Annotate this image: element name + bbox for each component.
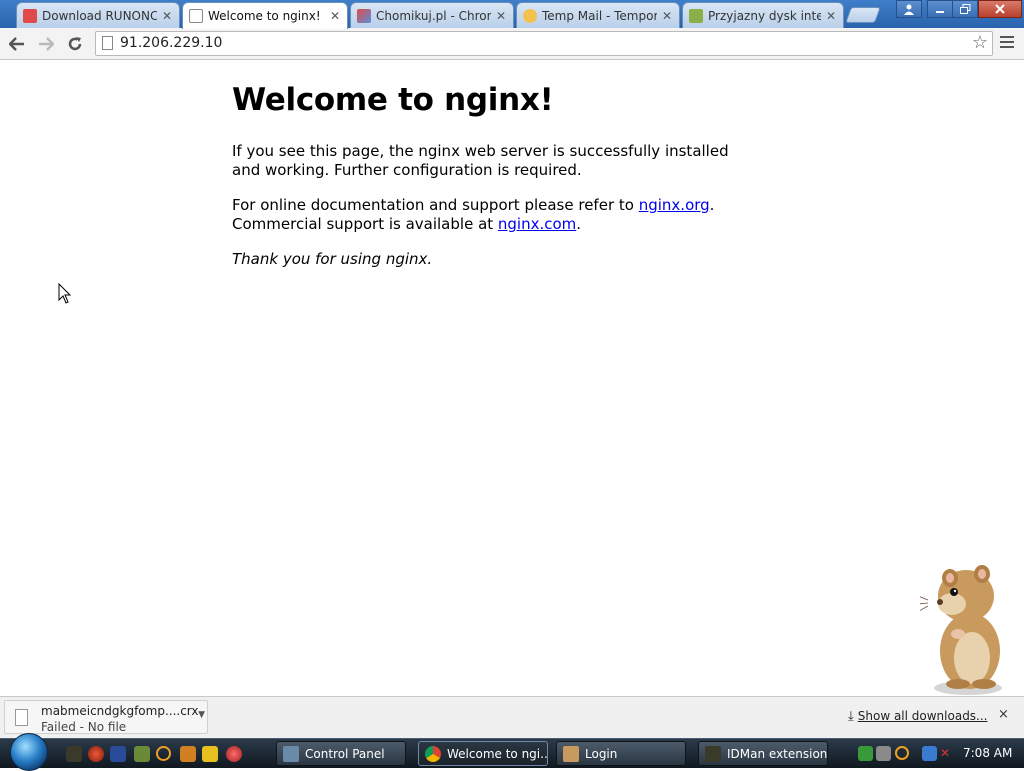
- chrome-icon: [425, 745, 441, 762]
- tab-title: Download RUNONCE: [42, 8, 157, 23]
- docs-paragraph: For online documentation and support ple…: [232, 196, 752, 234]
- close-icon[interactable]: [978, 0, 1022, 18]
- chrome-menu-icon[interactable]: [1000, 36, 1014, 51]
- close-downloads-bar-icon[interactable]: ×: [998, 707, 1009, 722]
- show-all-label: Show all downloads...: [857, 709, 988, 723]
- windows-taskbar: Control Panel Welcome to ngi... Login ID…: [0, 733, 1024, 771]
- tab-title: Temp Mail - Tempor: [542, 8, 657, 23]
- downloads-bar: mabmeicndgkgfomp....crx Failed - No file…: [0, 696, 1024, 738]
- taskbar-control-panel[interactable]: Control Panel: [276, 741, 406, 766]
- settings-tray-icon[interactable]: [876, 746, 891, 761]
- tab-strip: Download RUNONCE ✕ Welcome to nginx! ✕ C…: [0, 0, 1024, 29]
- show-all-downloads-link[interactable]: ⤓ Show all downloads...: [848, 709, 988, 724]
- app-quicklaunch-icon[interactable]: [226, 746, 242, 762]
- monitor-tray-icon[interactable]: [922, 746, 937, 761]
- chomik-favicon-icon: [689, 8, 703, 23]
- tab-title: Przyjazny dysk intern: [708, 8, 821, 23]
- idm-quicklaunch-icon[interactable]: [66, 746, 82, 762]
- close-icon[interactable]: ✕: [825, 9, 837, 23]
- thanks-paragraph: Thank you for using nginx.: [232, 250, 752, 269]
- new-tab-button[interactable]: [845, 7, 881, 23]
- minimize-icon[interactable]: [927, 0, 953, 18]
- explorer-quicklaunch-icon[interactable]: [180, 746, 196, 762]
- desktop-quicklaunch-icon[interactable]: [110, 746, 126, 762]
- close-icon[interactable]: ✕: [661, 9, 673, 23]
- docs-text: For online documentation and support ple…: [232, 196, 639, 214]
- mouse-cursor-icon: [58, 283, 72, 304]
- tab-welcome-nginx[interactable]: Welcome to nginx! ✕: [182, 2, 348, 29]
- browser-toolbar: 91.206.229.10 ☆: [0, 28, 1024, 60]
- bookmark-star-icon[interactable]: ☆: [972, 32, 988, 53]
- search-tray-icon[interactable]: [895, 746, 909, 760]
- close-icon[interactable]: ✕: [495, 9, 507, 23]
- tab-download-runonce[interactable]: Download RUNONCE ✕: [16, 2, 180, 28]
- nginx-org-link[interactable]: nginx.org: [639, 196, 710, 214]
- taskbar-chrome-welcome[interactable]: Welcome to ngi...: [418, 741, 548, 766]
- intro-paragraph: If you see this page, the nginx web serv…: [232, 142, 729, 179]
- download-item[interactable]: mabmeicndgkgfomp....crx Failed - No file…: [4, 700, 208, 734]
- idm-icon: [705, 745, 721, 762]
- page-icon: [102, 36, 113, 50]
- tab-przyjazny-dysk[interactable]: Przyjazny dysk intern ✕: [682, 2, 844, 28]
- taskbar-label: Login: [585, 746, 618, 761]
- reload-icon[interactable]: [63, 32, 87, 56]
- tab-title: Chomikuj.pl - Chrom: [376, 8, 491, 23]
- tab-title: Welcome to nginx!: [208, 9, 321, 23]
- taskbar-label: Welcome to ngi...: [447, 746, 548, 761]
- start-button[interactable]: [10, 733, 48, 771]
- nginx-com-link[interactable]: nginx.com: [498, 215, 576, 233]
- restore-icon[interactable]: [952, 0, 978, 18]
- back-arrow-icon[interactable]: [5, 32, 29, 56]
- forward-arrow-icon[interactable]: [34, 32, 58, 56]
- page-title: Welcome to nginx!: [232, 82, 554, 118]
- control-panel-icon: [283, 745, 299, 762]
- opera-quicklaunch-icon[interactable]: [88, 746, 104, 762]
- address-bar[interactable]: 91.206.229.10 ☆: [95, 31, 993, 56]
- tempmail-favicon-icon: [523, 8, 537, 23]
- hamster-app-icon: [563, 745, 579, 762]
- hamster-mascot-icon: [920, 565, 1002, 695]
- volume-muted-icon[interactable]: ✕: [940, 746, 955, 761]
- page-icon: [189, 9, 203, 23]
- download-status: Failed - No file: [41, 720, 127, 734]
- close-icon[interactable]: ✕: [329, 9, 341, 23]
- user-icon[interactable]: [896, 0, 922, 18]
- system-clock[interactable]: 7:08 AM: [963, 746, 1012, 760]
- network-tray-icon[interactable]: [858, 746, 873, 761]
- download-filename: mabmeicndgkgfomp....crx: [41, 704, 199, 718]
- runonce-favicon-icon: [23, 8, 37, 23]
- commercial-period: .: [576, 215, 582, 233]
- taskbar-login[interactable]: Login: [556, 741, 686, 766]
- tab-chomikuj[interactable]: Chomikuj.pl - Chrom ✕: [350, 2, 514, 28]
- nginx-welcome-content: Welcome to nginx! If you see this page, …: [232, 82, 752, 285]
- url-text[interactable]: 91.206.229.10: [120, 35, 222, 51]
- dropdown-arrow-icon[interactable]: ▼: [198, 710, 205, 720]
- search-quicklaunch-icon[interactable]: [156, 746, 171, 761]
- commercial-text: Commercial support is available at: [232, 215, 498, 233]
- close-icon[interactable]: ✕: [161, 9, 173, 23]
- docs-period: .: [709, 196, 715, 214]
- media-quicklaunch-icon[interactable]: [202, 746, 218, 762]
- thanks-text: Thank you for using nginx.: [232, 250, 433, 268]
- chomikuj-favicon-icon: [357, 8, 371, 23]
- taskbar-label: IDMan extension...: [727, 746, 828, 761]
- taskbar-label: Control Panel: [305, 746, 385, 761]
- page-viewport: Welcome to nginx! If you see this page, …: [0, 60, 1024, 696]
- file-icon: [15, 709, 28, 726]
- download-arrow-icon: ⤓: [848, 709, 854, 724]
- taskbar-idman-extension[interactable]: IDMan extension...: [698, 741, 828, 766]
- chomik-quicklaunch-icon[interactable]: [134, 746, 150, 762]
- tab-temp-mail[interactable]: Temp Mail - Tempor ✕: [516, 2, 680, 28]
